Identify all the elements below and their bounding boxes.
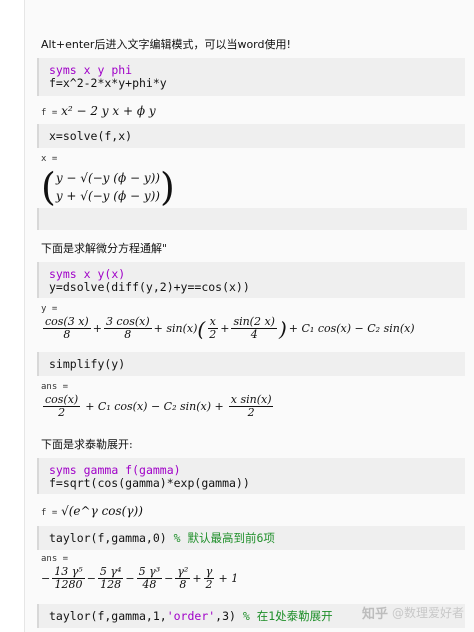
watermark-brand: 知乎 [361, 607, 388, 622]
output-5: f = √(e^γ cos(γ)) [41, 504, 461, 518]
left-paren: ( [197, 316, 206, 341]
output-3: y = cos(3 x) 8 + 3 cos(x) 8 + sin(x) ( x2 … [41, 304, 461, 341]
frac-den: 128 [100, 578, 122, 591]
mid-term: + sin(x) [153, 322, 198, 335]
frac-den: 4 [250, 328, 258, 341]
frac-den: 8 [63, 328, 71, 341]
right-paren: ) [159, 165, 175, 209]
code-line: f=sqrt(cos(gamma)*exp(gamma)) [49, 476, 250, 490]
output-label: x = [41, 154, 58, 164]
watermark-author: @数理爱好者 [391, 606, 464, 620]
code-cell-4[interactable]: simplify(y) [37, 352, 465, 376]
op-lead: − [41, 572, 51, 585]
output-1: f = x² − 2 y x + ϕ y [41, 104, 461, 118]
output-label: f = [41, 108, 58, 118]
frac-den: 2 [247, 406, 255, 419]
code-cell-1[interactable]: syms x y phi f=x^2-2*x*y+phi*y [37, 58, 465, 96]
code-line: y=dsolve(diff(y,2)+y==cos(x)) [49, 280, 250, 294]
output-label: ans = [41, 382, 69, 392]
frac-den: 2 [209, 328, 217, 341]
op-end: + 1 [218, 572, 239, 585]
code-cell-5[interactable]: syms gamma f(gamma) f=sqrt(cos(gamma)*ex… [37, 458, 465, 494]
matrix-row-1: y − √(−y (ϕ − y)) [55, 171, 160, 185]
keyword: syms [49, 63, 77, 77]
output-expression: √(e^γ cos(γ)) [61, 504, 143, 518]
code-line: simplify(y) [49, 357, 126, 371]
left-paren: ( [41, 165, 56, 209]
empty-code-cell[interactable] [37, 208, 467, 230]
right-paren: ) [278, 316, 287, 341]
code-cell-2[interactable]: x=solve(f,x) [37, 124, 465, 148]
frac-den: 2 [58, 406, 66, 419]
frac-den: 2 [205, 578, 213, 591]
output-label: ans = [41, 554, 69, 564]
code-text: taylor(f,gamma,1, [49, 609, 167, 623]
op: + [192, 572, 202, 585]
output-label: y = [41, 304, 58, 314]
frac-den: 8 [179, 578, 187, 591]
code-line: x=solve(f,x) [49, 129, 133, 143]
keyword: syms [49, 463, 77, 477]
op-plus: + [92, 322, 102, 335]
output-4: ans = cos(x) 2 + C₁ cos(x) − C₂ sin(x) + … [41, 382, 461, 419]
code-text: ,3) [215, 609, 243, 623]
tail-term: + C₁ cos(x) − C₂ sin(x) [288, 322, 415, 335]
keyword: syms [49, 267, 77, 281]
frac-den: 48 [142, 578, 157, 591]
code-vars: x y phi [76, 63, 133, 77]
output-expression: x² − 2 y x + ϕ y [61, 104, 156, 118]
section-text-3: 下面是求泰勒展开: [41, 438, 133, 451]
code-cell-3[interactable]: syms x y(x) y=dsolve(diff(y,2)+y==cos(x)… [37, 262, 465, 298]
code-line: taylor(f,gamma,0) [49, 531, 174, 545]
code-vars: gamma f(gamma) [76, 463, 181, 477]
op: − [86, 572, 96, 585]
code-string: 'order' [166, 609, 216, 623]
live-script-page: Alt+enter后进入文字编辑模式，可以当word使用! syms x y p… [24, 0, 474, 632]
op: − [125, 572, 135, 585]
output-2: x = ( y − √(−y (ϕ − y)) y + √(−y (ϕ − y)… [41, 154, 461, 206]
code-vars: x y(x) [76, 267, 126, 281]
frac-den: 8 [124, 328, 132, 341]
code-comment: % 默认最高到前6项 [173, 531, 275, 545]
matrix-row-2: y + √(−y (ϕ − y)) [55, 189, 160, 203]
code-comment: % 在1处泰勒展开 [242, 609, 333, 623]
code-cell-6[interactable]: taylor(f,gamma,0) % 默认最高到前6项 [37, 526, 465, 550]
intro-text: Alt+enter后进入文字编辑模式，可以当word使用! [41, 38, 291, 51]
watermark: 知乎 @数理爱好者 [362, 603, 464, 622]
output-6: ans = − 13 γ⁵ 1280 − 5 γ⁴ 128 − 5 γ³ 48 − γ… [41, 554, 461, 591]
code-line: f=x^2-2*x*y+phi*y [49, 76, 167, 90]
frac-den: 1280 [54, 578, 83, 591]
op: − [164, 572, 174, 585]
op-plus: + [220, 322, 230, 335]
output-label: f = [41, 508, 58, 518]
section-text-2: 下面是求解微分方程通解" [41, 242, 168, 255]
middle-term: + C₁ cos(x) − C₂ sin(x) + [85, 400, 224, 413]
